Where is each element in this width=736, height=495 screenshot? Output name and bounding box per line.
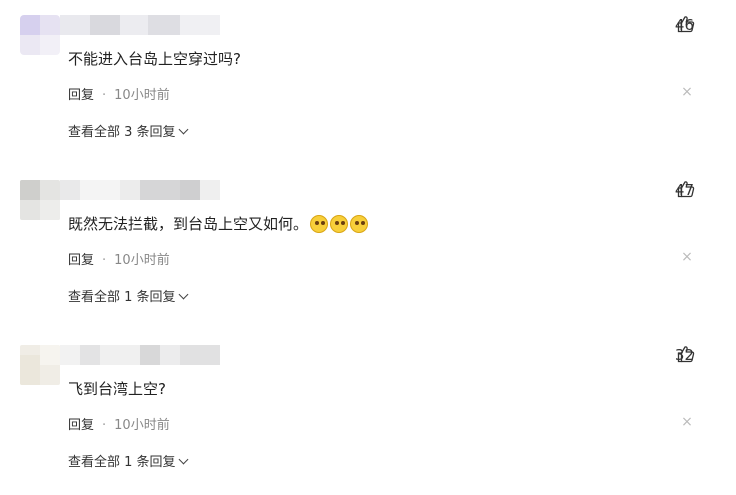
comment-text: 飞到台湾上空? [68, 380, 166, 398]
comment-meta: 回复 · 10小时前 [68, 84, 170, 103]
separator-dot: · [102, 88, 107, 103]
chevron-down-icon [178, 454, 188, 465]
chevron-down-icon [178, 124, 188, 135]
avatar[interactable] [20, 345, 60, 385]
username-blurred[interactable] [60, 180, 220, 206]
close-icon[interactable]: × [680, 249, 694, 265]
chevron-down-icon [178, 289, 188, 300]
comment-item: 32 飞到台湾上空? 回复 · 10小时前 × 查看全部 1 条回复 [0, 330, 736, 495]
thumbs-up-icon[interactable] [677, 15, 695, 33]
comment-text: 不能进入台岛上空穿过吗? [68, 50, 241, 68]
view-all-replies-button[interactable]: 查看全部 1 条回复 [68, 451, 188, 470]
username-blurred[interactable] [60, 345, 220, 371]
comment-item: 46 不能进入台岛上空穿过吗? 回复 · 10小时前 × 查看全部 3 条回复 [0, 0, 736, 165]
view-all-replies-label: 查看全部 3 条回复 [68, 125, 176, 140]
timestamp: 10小时前 [114, 88, 170, 103]
comment-item: 47 既然无法拦截，到台岛上空又如何。 回复 · 10小时前 × 查看全部 1 条回… [0, 165, 736, 330]
reply-button[interactable]: 回复 [68, 88, 94, 103]
thinking-face-emoji [330, 215, 349, 233]
comment-meta: 回复 · 10小时前 [68, 414, 170, 433]
comment-meta: 回复 · 10小时前 [68, 249, 170, 268]
view-all-replies-button[interactable]: 查看全部 3 条回复 [68, 121, 188, 140]
close-icon[interactable]: × [680, 414, 694, 430]
close-icon[interactable]: × [680, 84, 694, 100]
view-all-replies-label: 查看全部 1 条回复 [68, 290, 176, 305]
reply-button[interactable]: 回复 [68, 253, 94, 268]
reply-button[interactable]: 回复 [68, 418, 94, 433]
thumbs-up-icon[interactable] [677, 345, 695, 363]
timestamp: 10小时前 [114, 418, 170, 433]
timestamp: 10小时前 [114, 253, 170, 268]
comment-text: 既然无法拦截，到台岛上空又如何。 [68, 213, 369, 234]
separator-dot: · [102, 253, 107, 268]
thinking-face-emoji [310, 215, 329, 233]
comment-text-content: 既然无法拦截，到台岛上空又如何。 [68, 215, 309, 233]
username-blurred[interactable] [60, 15, 220, 41]
thumbs-up-icon[interactable] [677, 180, 695, 198]
thinking-face-emoji [350, 215, 369, 233]
separator-dot: · [102, 418, 107, 433]
avatar[interactable] [20, 180, 60, 220]
view-all-replies-button[interactable]: 查看全部 1 条回复 [68, 286, 188, 305]
view-all-replies-label: 查看全部 1 条回复 [68, 455, 176, 470]
avatar[interactable] [20, 15, 60, 55]
